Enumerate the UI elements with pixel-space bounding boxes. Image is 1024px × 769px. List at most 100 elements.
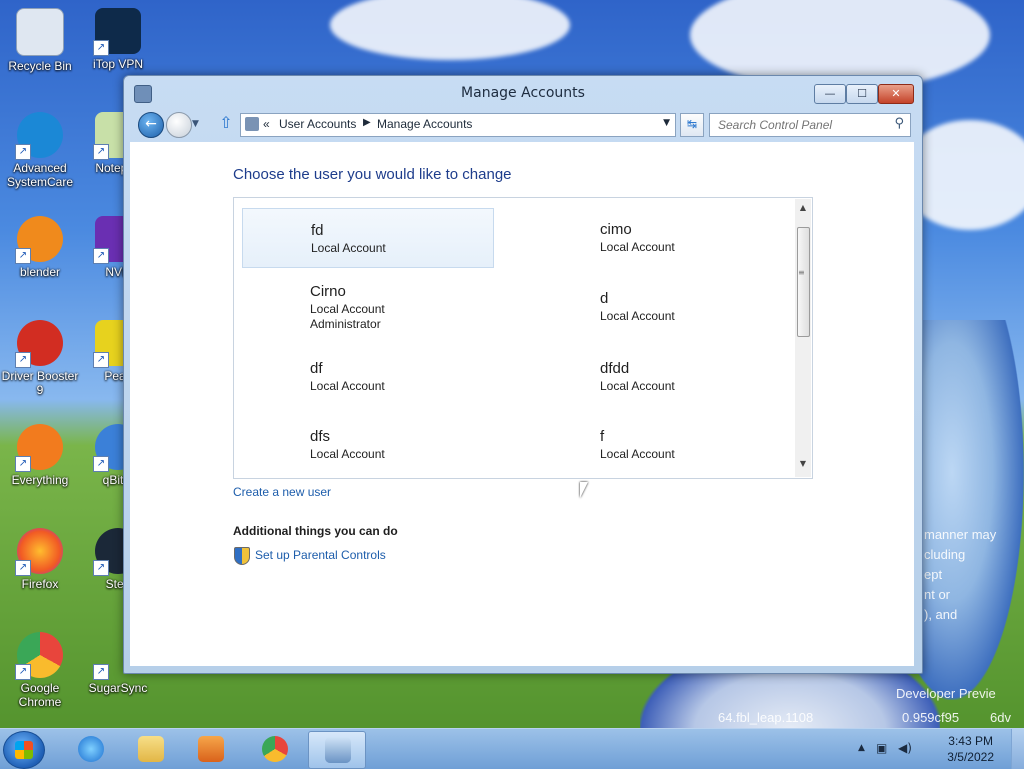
desktop-icon-advanced-systemcare[interactable]: ↗ Advanced SystemCare [0,112,80,189]
media-player-icon [198,736,224,762]
firefox-icon: ↗ [15,528,63,576]
watermark-partial: ept [924,567,943,582]
address-bar[interactable]: « User Accounts ▶ Manage Accounts ▼ [240,113,676,137]
system-tray: ▲ ▣ ◀) 3:43 PM 3/5/2022 [854,729,1024,769]
scrollbar-thumb[interactable] [797,227,810,337]
scroll-down-icon[interactable]: ▼ [795,457,811,471]
taskbar-file-explorer[interactable] [122,731,178,767]
shortcut-arrow-icon: ↗ [15,248,31,264]
desktop-icon-driver-booster[interactable]: ↗ Driver Booster 9 [0,320,80,397]
window-title: Manage Accounts [461,85,585,101]
user-account-type: Local Account [600,240,675,254]
back-button[interactable]: ← [138,112,164,138]
mouse-cursor-icon [580,482,588,498]
shortcut-arrow-icon: ↗ [15,664,31,680]
desktop-icon-everything[interactable]: ↗ Everything [0,424,80,487]
shortcut-arrow-icon: ↗ [15,144,31,160]
up-button[interactable]: ⇧ [216,114,236,134]
user-name: fd [311,222,324,239]
shortcut-arrow-icon: ↗ [15,456,31,472]
page-title: Choose the user you would like to change [233,166,512,183]
watermark-partial: manner may [924,527,997,542]
manage-accounts-window: Manage Accounts — ☐ ✕ ← ▼ ⇧ « User Accou… [123,75,923,674]
shortcut-arrow-icon: ↗ [93,560,109,576]
clock-time: 3:43 PM [948,734,993,748]
address-dropdown-icon[interactable]: ▼ [663,118,670,128]
shortcut-arrow-icon: ↗ [15,352,31,368]
desktop-icon-label: blender [19,265,61,279]
parental-controls-link[interactable]: Set up Parental Controls [255,548,386,562]
content-pane: Choose the user you would like to change… [130,142,914,666]
scroll-up-icon[interactable]: ▲ [795,201,811,215]
user-tile-d[interactable]: d Local Account [532,277,782,335]
desktop-icon-label: iTop VPN [92,57,144,71]
search-box[interactable]: ⚲ [709,113,911,137]
start-button[interactable] [3,731,45,769]
desktop-icon-itop-vpn[interactable]: ↗ iTop VPN [78,8,158,71]
shortcut-arrow-icon: ↗ [93,664,109,680]
taskbar-internet-explorer[interactable] [62,731,118,767]
desktop-icon-label: Recycle Bin [8,59,72,73]
close-button[interactable]: ✕ [878,84,914,104]
user-name: f [600,428,605,445]
chrome-icon: ↗ [15,632,63,680]
refresh-button[interactable]: ↹ [680,113,704,137]
maximize-button[interactable]: ☐ [846,84,878,104]
user-account-list: fd Local Account cimo Local Account Cirn… [233,197,813,479]
network-icon[interactable]: ▣ [876,741,887,755]
title-bar[interactable]: Manage Accounts — ☐ ✕ [124,76,922,110]
search-input[interactable] [716,115,890,135]
user-account-type: Local Account [310,302,385,316]
breadcrumb-user-accounts[interactable]: User Accounts [279,117,356,131]
user-tile-fd[interactable]: fd Local Account [242,208,494,268]
desktop-icon-firefox[interactable]: ↗ Firefox [0,528,80,591]
system-clock[interactable]: 3:43 PM 3/5/2022 [947,733,994,765]
control-panel-icon [325,737,351,763]
shortcut-arrow-icon: ↗ [93,40,109,56]
breadcrumb-separator-icon[interactable]: ▶ [363,117,371,128]
user-list-scrollbar[interactable]: ▲ ≡ ▼ [795,199,811,477]
shortcut-arrow-icon: ↗ [93,248,109,264]
taskbar-media-player[interactable] [182,731,238,767]
user-account-type: Local Account [600,309,675,323]
recent-pages-dropdown[interactable]: ▼ [192,119,199,129]
navigation-bar: ← ▼ ⇧ « User Accounts ▶ Manage Accounts … [134,110,912,140]
minimize-button[interactable]: — [814,84,846,104]
breadcrumb-manage-accounts[interactable]: Manage Accounts [377,117,472,131]
user-tile-df[interactable]: df Local Account [242,347,492,405]
volume-icon[interactable]: ◀) [898,741,912,755]
scrollbar-grip-icon: ≡ [798,268,805,277]
desktop-icon-recycle-bin[interactable]: Recycle Bin [0,8,80,73]
forward-button[interactable] [166,112,192,138]
user-tile-cirno[interactable]: Cirno Local Account Administrator [242,270,492,342]
user-account-type: Local Account [311,241,386,255]
shortcut-arrow-icon: ↗ [93,144,109,160]
watermark-build: 64.fbl_leap.1108 [718,710,814,725]
user-account-type: Local Account [600,447,675,461]
shortcut-arrow-icon: ↗ [93,456,109,472]
user-tile-cimo[interactable]: cimo Local Account [532,208,782,266]
taskbar: ▲ ▣ ◀) 3:43 PM 3/5/2022 [0,728,1024,769]
uac-shield-icon [234,547,250,565]
breadcrumb-overflow[interactable]: « [263,117,270,131]
watermark-partial: cluding [924,547,966,562]
user-tile-f[interactable]: f Local Account [532,415,782,473]
desktop-icon-blender[interactable]: ↗ blender [0,216,80,279]
desktop-icon-google-chrome[interactable]: ↗ Google Chrome [0,632,80,709]
show-desktop-button[interactable] [1011,729,1024,769]
desktop-icon-label: Advanced SystemCare [6,161,74,189]
search-icon[interactable]: ⚲ [894,116,904,131]
taskbar-control-panel[interactable] [308,731,366,769]
user-tile-dfdd[interactable]: dfdd Local Account [532,347,782,405]
user-account-type: Local Account [310,379,385,393]
desktop-icon-label: SugarSync [88,681,148,695]
create-new-user-link[interactable]: Create a new user [233,485,331,499]
user-tile-dfs[interactable]: dfs Local Account [242,415,492,473]
user-account-type: Local Account [600,379,675,393]
watermark-build: 6dv [990,710,1011,725]
internet-explorer-icon [78,736,104,762]
shortcut-arrow-icon: ↗ [15,560,31,576]
taskbar-google-chrome[interactable] [246,731,302,767]
show-hidden-icons-icon[interactable]: ▲ [858,743,865,753]
user-name: dfdd [600,360,630,377]
